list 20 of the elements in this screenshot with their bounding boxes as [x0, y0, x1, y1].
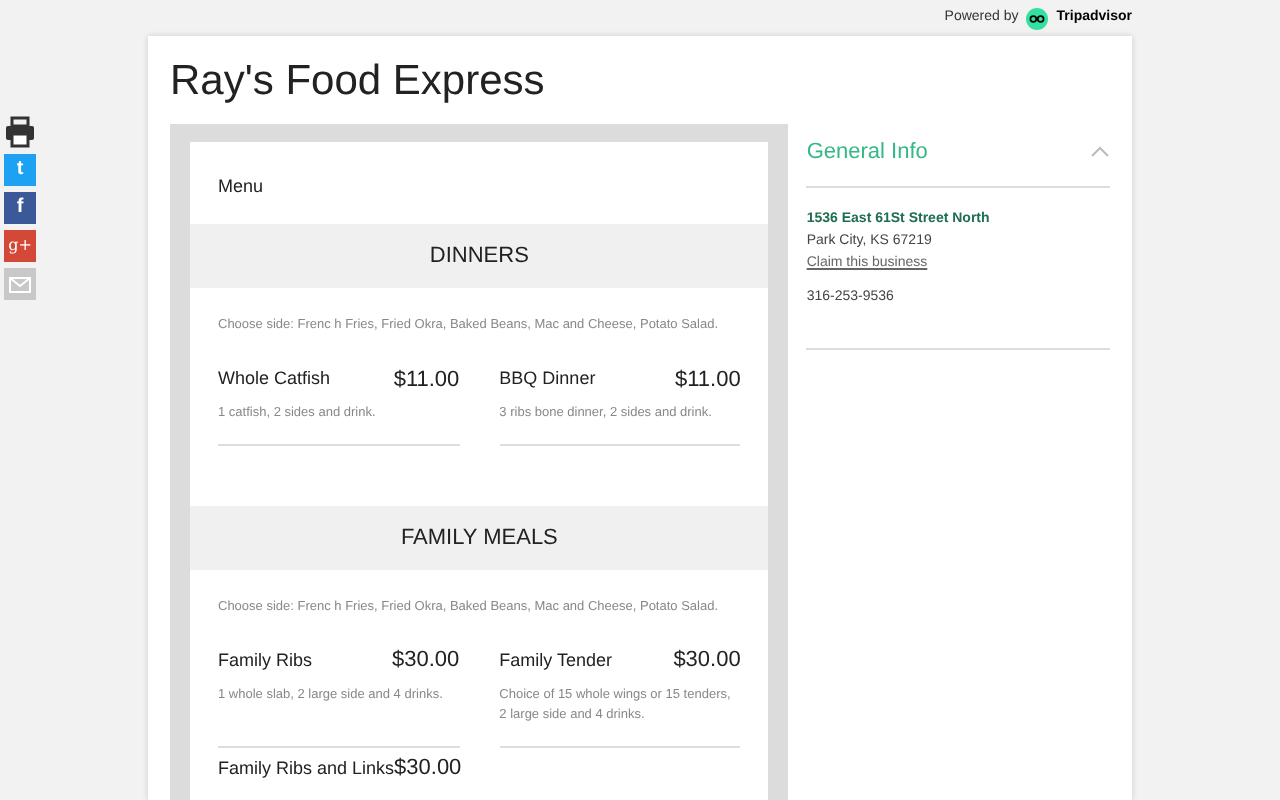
facebook-share-button[interactable]: f — [4, 192, 36, 224]
chevron-icon[interactable] — [1090, 146, 1110, 159]
dish-name: Family Ribs — [218, 647, 313, 674]
dish-name: Family Tender — [499, 647, 613, 674]
page-title: Ray's Food Express — [170, 56, 547, 108]
dish-price: $30.00 — [392, 646, 460, 677]
menu-label: Menu — [216, 174, 266, 200]
dish-price: $11.00 — [393, 365, 460, 395]
email-share-icon[interactable] — [4, 268, 36, 300]
section-header: FAMILY MEALS — [190, 505, 769, 570]
section-header: DINNERS — [190, 224, 769, 288]
dish-price: $30.00 — [673, 646, 741, 677]
dish-name: Whole Catfish — [218, 366, 331, 392]
dish-price: $11.00 — [675, 365, 741, 395]
google-plus-share-button[interactable]: g+ — [4, 230, 36, 262]
owl-logo-icon — [1026, 7, 1049, 29]
dish-name: Family Ribs and Links — [218, 755, 395, 782]
dish-name: BBQ Dinner — [499, 366, 596, 392]
dish-price: $30.00 — [394, 754, 462, 785]
printer-icon[interactable] — [4, 116, 36, 148]
